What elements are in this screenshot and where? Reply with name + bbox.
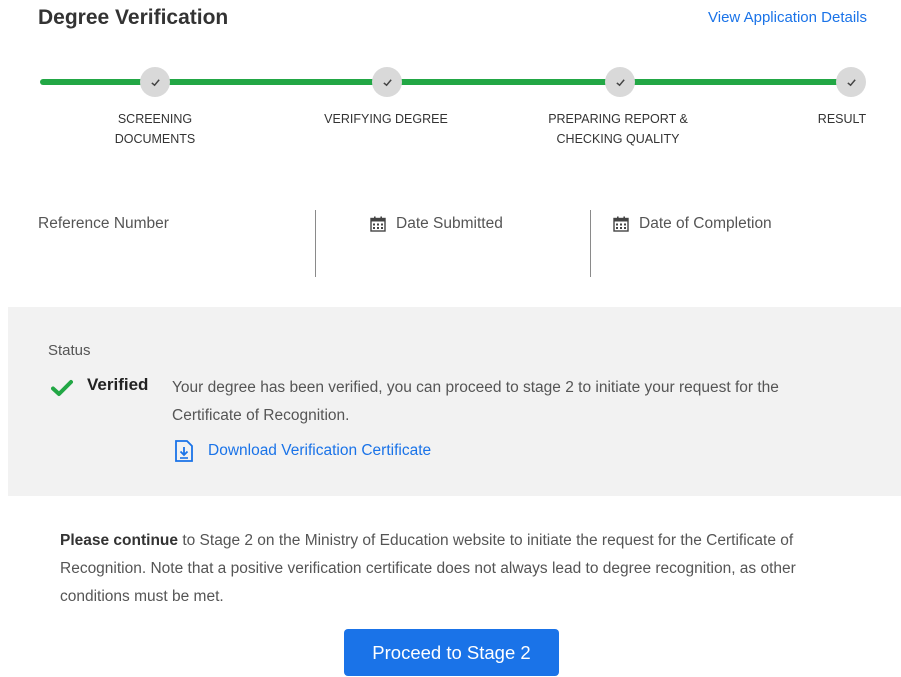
step-2-check-icon <box>372 67 402 97</box>
date-of-completion-label: Date of Completion <box>613 215 772 233</box>
step-4-check-icon <box>836 67 866 97</box>
view-application-details-link[interactable]: View Application Details <box>708 9 867 26</box>
calendar-icon <box>613 216 629 232</box>
date-submitted-label: Date Submitted <box>370 215 503 233</box>
step-label-result: RESULT <box>817 112 867 126</box>
step-3-check-icon <box>605 67 635 97</box>
download-certificate-label[interactable]: Download Verification Certificate <box>208 442 431 460</box>
status-heading: Status <box>48 342 91 359</box>
calendar-icon <box>370 216 386 232</box>
step-label-preparing: PREPARING REPORT & CHECKING QUALITY <box>548 112 688 146</box>
check-icon <box>51 380 73 396</box>
continue-note: Please continue to Stage 2 on the Minist… <box>60 527 850 611</box>
status-badge: Verified <box>87 375 149 394</box>
note-bold: Please continue <box>60 532 179 549</box>
download-certificate-link[interactable]: Download Verification Certificate <box>174 440 431 462</box>
status-message: Your degree has been verified, you can p… <box>172 379 779 424</box>
step-1-check-icon <box>140 67 170 97</box>
step-label-screening: SCREENING DOCUMENTS <box>114 112 196 146</box>
step-label-verifying: VERIFYING DEGREE <box>324 112 448 126</box>
divider <box>315 210 316 277</box>
page-title: Degree Verification <box>38 6 229 29</box>
divider <box>590 210 591 277</box>
file-download-icon <box>175 440 193 462</box>
reference-number-label: Reference Number <box>38 215 169 232</box>
proceed-to-stage-2-button[interactable]: Proceed to Stage 2 <box>344 629 559 676</box>
